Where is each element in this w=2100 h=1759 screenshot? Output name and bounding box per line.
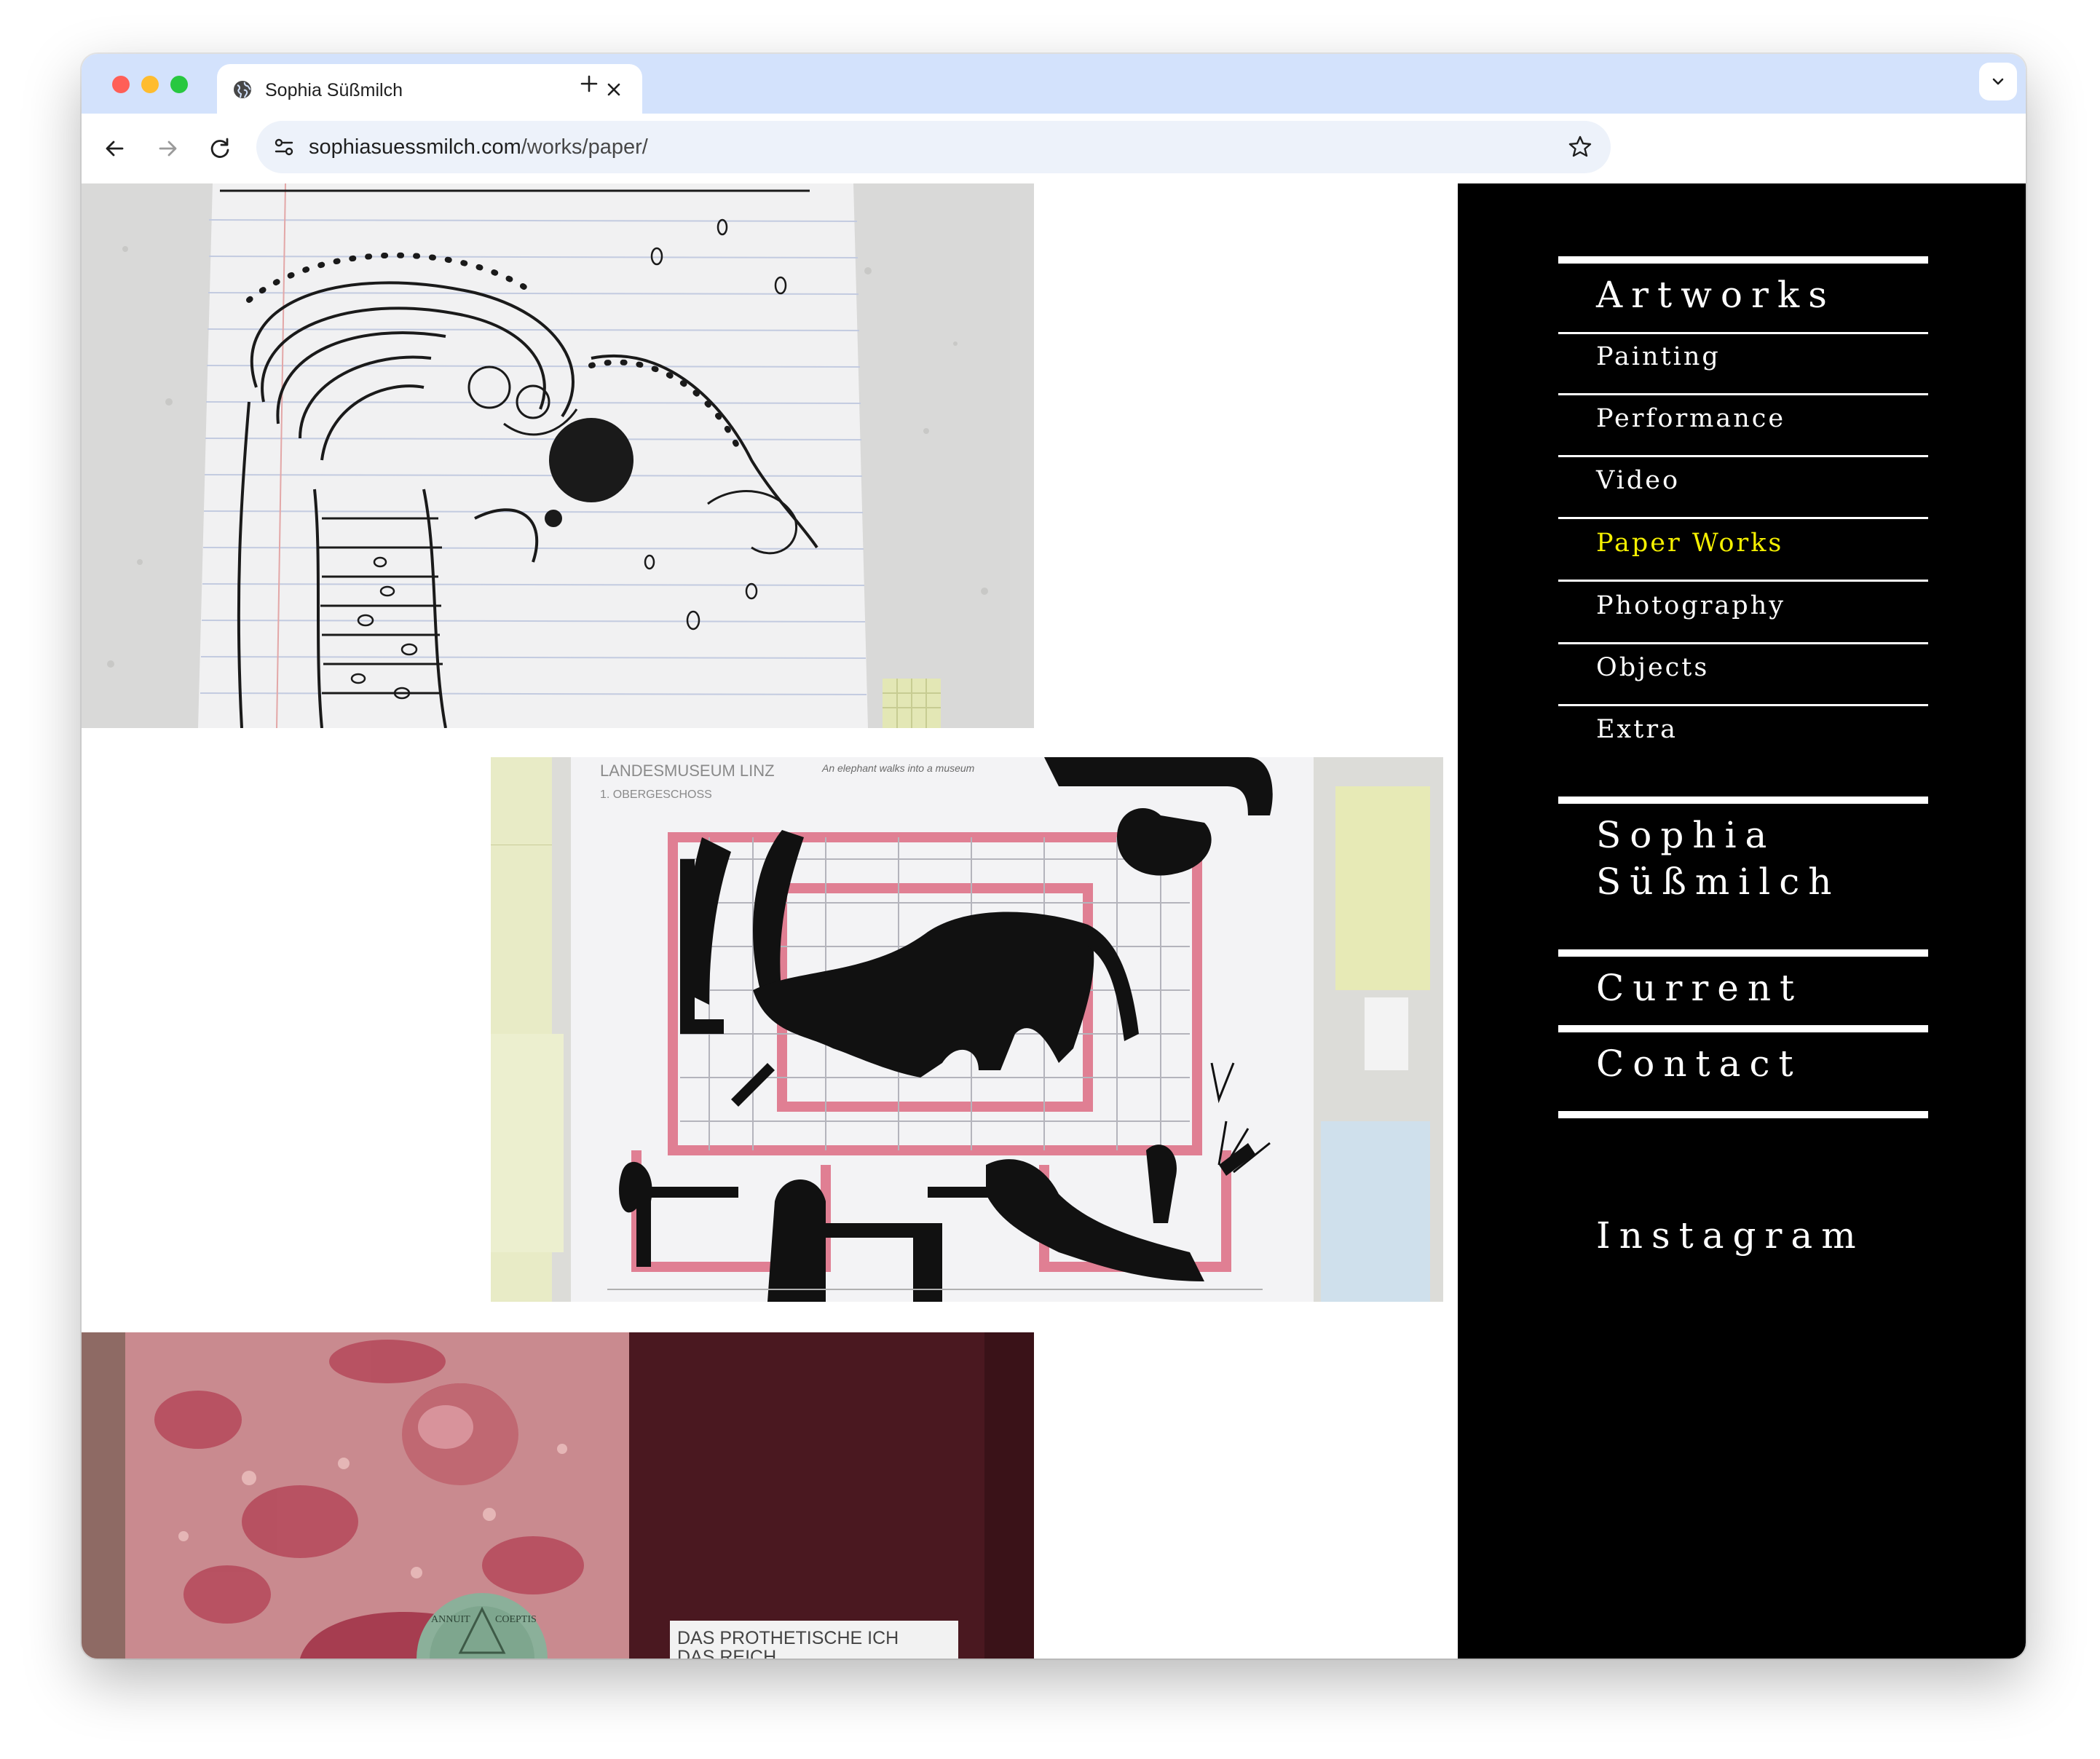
back-arrow-icon[interactable]: [100, 134, 130, 163]
handwritten-note: An elephant walks into a museum: [821, 762, 975, 774]
nav-divider: [1558, 949, 1928, 957]
tab-title: Sophia Süßmilch: [265, 80, 403, 100]
bookmark-star-icon[interactable]: [1566, 133, 1595, 162]
nav-divider: [1558, 1025, 1928, 1032]
minimize-window-button[interactable]: [141, 76, 159, 93]
artwork-label-line-2: DAS REICH: [677, 1647, 776, 1659]
page-content: LANDESMUSEUM LINZ 1. OBERGESCHOSS An ele…: [82, 183, 2026, 1659]
nav-item-paper-works[interactable]: Paper Works: [1596, 529, 1783, 558]
site-navigation: Artworks Painting Performance Video Pape…: [1458, 183, 2026, 1659]
forward-arrow-icon[interactable]: [153, 134, 182, 163]
close-tab-icon[interactable]: [603, 79, 625, 100]
address-bar[interactable]: sophiasuessmilch.com/works/paper/: [256, 121, 1611, 173]
browser-window: Sophia Süßmilch sophiasuessmilch.com/wor…: [82, 54, 2026, 1659]
nav-divider: [1558, 517, 1928, 519]
nav-link-instagram[interactable]: Instagram: [1596, 1214, 1865, 1257]
reload-icon[interactable]: [205, 134, 234, 163]
nav-item-painting[interactable]: Painting: [1596, 342, 1721, 371]
nav-divider: [1558, 393, 1928, 395]
nav-divider: [1558, 455, 1928, 457]
nav-divider: [1558, 332, 1928, 334]
nav-item-video[interactable]: Video: [1596, 466, 1680, 495]
tab-bar: Sophia Süßmilch: [82, 54, 2026, 114]
nav-heading-artworks[interactable]: Artworks: [1596, 274, 1836, 316]
nav-link-contact[interactable]: Contact: [1596, 1043, 1802, 1085]
close-window-button[interactable]: [112, 76, 130, 93]
url-domain: sophiasuessmilch.com: [309, 135, 521, 159]
browser-toolbar: sophiasuessmilch.com/works/paper/: [82, 114, 2026, 184]
nav-divider: [1558, 1111, 1928, 1118]
artwork-image-1[interactable]: [82, 183, 1034, 728]
floor-plan-subtitle: 1. OBERGESCHOSS: [600, 788, 712, 801]
nav-item-performance[interactable]: Performance: [1596, 404, 1785, 433]
floor-plan-title: LANDESMUSEUM LINZ: [600, 762, 775, 780]
artwork-label-line-1: DAS PROTHETISCHE ICH: [677, 1628, 899, 1648]
url-path: /works/paper/: [521, 135, 648, 159]
coin-text-left: ANNUIT: [431, 1614, 470, 1625]
nav-divider: [1558, 580, 1928, 582]
nav-divider: [1558, 642, 1928, 644]
url-text: sophiasuessmilch.com/works/paper/: [309, 135, 648, 159]
nav-divider: [1558, 797, 1928, 804]
nav-divider: [1558, 256, 1928, 264]
nav-item-objects[interactable]: Objects: [1596, 653, 1709, 682]
artist-name-last[interactable]: Süßmilch: [1596, 861, 1840, 903]
artist-name-first[interactable]: Sophia: [1596, 814, 1775, 856]
chevron-down-icon: [1992, 78, 2004, 85]
nav-item-photography[interactable]: Photography: [1596, 591, 1785, 620]
tab-search-button[interactable]: [1979, 63, 2017, 100]
nav-item-extra[interactable]: Extra: [1596, 715, 1678, 744]
new-tab-icon[interactable]: [577, 71, 601, 96]
coin-text-right: COEPTIS: [495, 1614, 537, 1625]
site-settings-icon[interactable]: [271, 134, 297, 160]
nav-link-current[interactable]: Current: [1596, 967, 1803, 1009]
globe-icon: [234, 81, 251, 98]
artwork-image-3[interactable]: ANNUIT COEPTIS DAS PROTHETISCHE ICH DAS …: [82, 1332, 1034, 1659]
nav-divider: [1558, 704, 1928, 706]
maximize-window-button[interactable]: [170, 76, 188, 93]
artwork-image-2[interactable]: LANDESMUSEUM LINZ 1. OBERGESCHOSS An ele…: [491, 757, 1443, 1302]
